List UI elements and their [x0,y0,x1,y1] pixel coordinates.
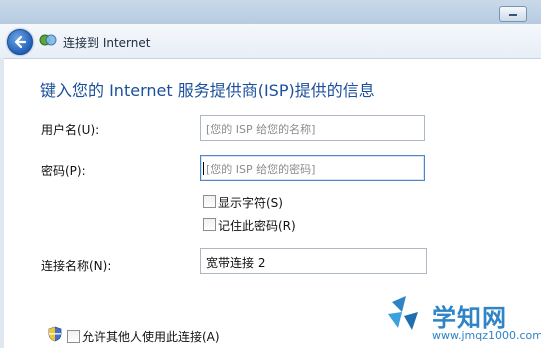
left-border [0,58,4,348]
allow-others-label: 允许其他人使用此连接(A) [82,330,220,344]
shield-icon [48,326,62,342]
minimize-button[interactable] [499,6,527,22]
remember-password-label: 记住此密码(R) [218,219,296,233]
text-caret [203,162,204,175]
minimize-icon [509,14,517,16]
connection-name-value: 宽带连接 2 [206,256,266,270]
connection-name-label: 连接名称(N): [41,259,112,273]
window-frame-top [0,0,541,24]
username-label: 用户名(U): [41,123,100,137]
watermark-logo-icon [388,296,418,330]
connection-name-field[interactable]: 宽带连接 2 [200,248,427,274]
username-field[interactable]: [您的 ISP 给您的名称] [200,115,425,141]
password-field[interactable]: [您的 ISP 给您的密码] [200,155,425,181]
dialog-window: 连接到 Internet 键入您的 Internet 服务提供商(ISP)提供的… [0,0,541,348]
password-label: 密码(P): [41,164,86,178]
remember-password-checkbox[interactable] [203,218,216,231]
back-arrow-icon [14,35,27,49]
back-button[interactable] [7,29,33,55]
allow-others-checkbox[interactable] [67,330,80,343]
show-characters-label: 显示字符(S) [218,196,283,210]
username-placeholder: [您的 ISP 给您的名称] [206,123,316,136]
password-placeholder: [您的 ISP 给您的密码] [206,163,316,176]
show-characters-checkbox[interactable] [203,195,216,208]
watermark-title: 学知网 [432,304,507,332]
network-icon [39,34,57,46]
watermark-url: www.jmqz1000.com [432,329,541,342]
page-heading: 键入您的 Internet 服务提供商(ISP)提供的信息 [40,81,375,100]
window-title: 连接到 Internet [63,36,151,50]
